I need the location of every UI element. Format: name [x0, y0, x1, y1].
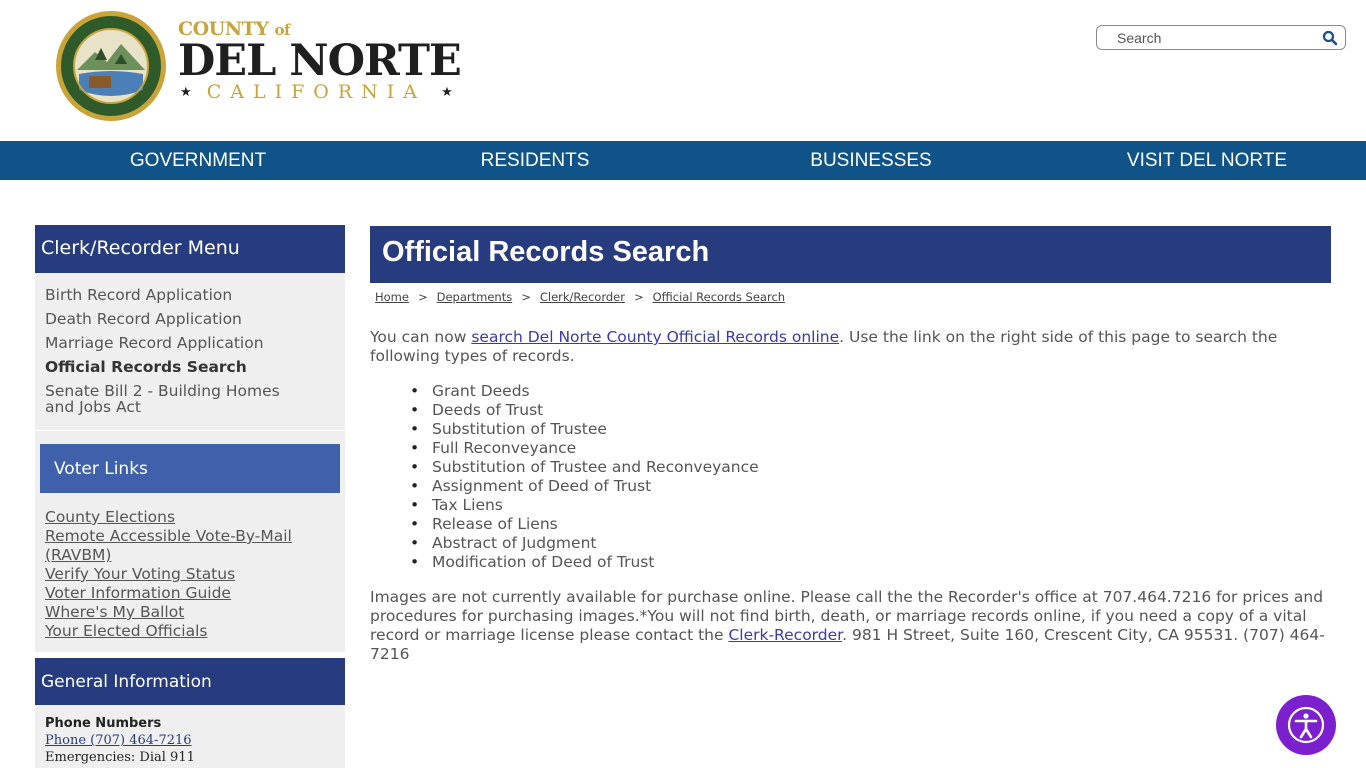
list-item: Tax Liens [410, 496, 759, 515]
breadcrumb-clerk-recorder[interactable]: Clerk/Recorder [540, 290, 625, 304]
voter-link-ravbm-cont[interactable]: (RAVBM) [45, 546, 111, 565]
list-item: Grant Deeds [410, 382, 759, 401]
search-icon[interactable] [1321, 29, 1339, 47]
voter-link-wheres-my-ballot[interactable]: Where's My Ballot [45, 603, 184, 622]
voter-link-county-elections[interactable]: County Elections [45, 508, 175, 527]
nav-visit-del-norte[interactable]: VISIT DEL NORTE [1057, 141, 1357, 180]
record-types-list: Grant Deeds Deeds of Trust Substitution … [410, 382, 759, 572]
list-item: Abstract of Judgment [410, 534, 759, 553]
search-input[interactable] [1105, 28, 1315, 47]
page-title: Official Records Search [382, 236, 710, 268]
page-title-bar: Official Records Search [370, 226, 1331, 283]
voter-links-title: Voter Links [40, 444, 340, 493]
sidebar-item-senate-bill-2-cont[interactable]: and Jobs Act [45, 399, 141, 415]
search-records-online-link[interactable]: search Del Norte County Official Records… [471, 328, 839, 346]
nav-residents[interactable]: RESIDENTS [385, 141, 685, 180]
clerk-recorder-link[interactable]: Clerk-Recorder [728, 626, 842, 644]
list-item: Substitution of Trustee [410, 420, 759, 439]
county-seal-logo[interactable] [55, 10, 167, 122]
general-info-title: General Information [35, 658, 345, 705]
accessibility-icon [1287, 706, 1325, 744]
nav-government[interactable]: GOVERNMENT [48, 141, 348, 180]
accessibility-button[interactable] [1276, 695, 1336, 755]
sidebar-item-marriage-record[interactable]: Marriage Record Application [45, 335, 264, 351]
intro-paragraph: You can now search Del Norte County Offi… [370, 328, 1278, 365]
county-wordmark[interactable]: COUNTY of DEL NORTE ★ CALIFORNIA ★ [178, 18, 462, 108]
list-item: Release of Liens [410, 515, 759, 534]
sidebar-item-birth-record[interactable]: Birth Record Application [45, 287, 232, 303]
list-item: Assignment of Deed of Trust [410, 477, 759, 496]
breadcrumb-home[interactable]: Home [375, 290, 409, 304]
sidebar-item-senate-bill-2[interactable]: Senate Bill 2 - Building Homes [45, 383, 280, 399]
phone-numbers-heading: Phone Numbers [45, 716, 162, 731]
site-header: COUNTY of DEL NORTE ★ CALIFORNIA ★ [0, 0, 1366, 141]
sidebar-item-official-records[interactable]: Official Records Search [45, 359, 247, 375]
list-item: Substitution of Trustee and Reconveyance [410, 458, 759, 477]
list-item: Deeds of Trust [410, 401, 759, 420]
logo-california: ★ CALIFORNIA ★ [180, 81, 453, 103]
voter-link-info-guide[interactable]: Voter Information Guide [45, 584, 231, 603]
sidebar-item-death-record[interactable]: Death Record Application [45, 311, 242, 327]
list-item: Modification of Deed of Trust [410, 553, 759, 572]
phone-link[interactable]: Phone (707) 464-7216 [45, 732, 192, 749]
images-paragraph: Images are not currently available for p… [370, 588, 1325, 663]
clerk-menu-title: Clerk/Recorder Menu [35, 225, 345, 273]
nav-businesses[interactable]: BUSINESSES [721, 141, 1021, 180]
clerk-menu: Birth Record Application Death Record Ap… [35, 273, 345, 430]
voter-links-panel: Voter Links County Elections Remote Acce… [35, 431, 345, 652]
breadcrumb-departments[interactable]: Departments [437, 290, 513, 304]
list-item: Full Reconveyance [410, 439, 759, 458]
voter-link-elected-officials[interactable]: Your Elected Officials [45, 622, 207, 641]
logo-del-norte: DEL NORTE [178, 36, 462, 86]
general-info-panel: Phone Numbers Phone (707) 464-7216 Emerg… [35, 705, 345, 768]
main-nav: GOVERNMENT RESIDENTS BUSINESSES VISIT DE… [0, 141, 1366, 180]
breadcrumb: Home > Departments > Clerk/Recorder > Official… [375, 290, 786, 304]
emergencies-text: Emergencies: Dial 911 [45, 750, 195, 765]
voter-link-verify-status[interactable]: Verify Your Voting Status [45, 565, 235, 584]
breadcrumb-official-records[interactable]: Official Records Search [653, 290, 785, 304]
voter-link-ravbm[interactable]: Remote Accessible Vote-By-Mail [45, 527, 292, 546]
search-box [1096, 25, 1346, 50]
